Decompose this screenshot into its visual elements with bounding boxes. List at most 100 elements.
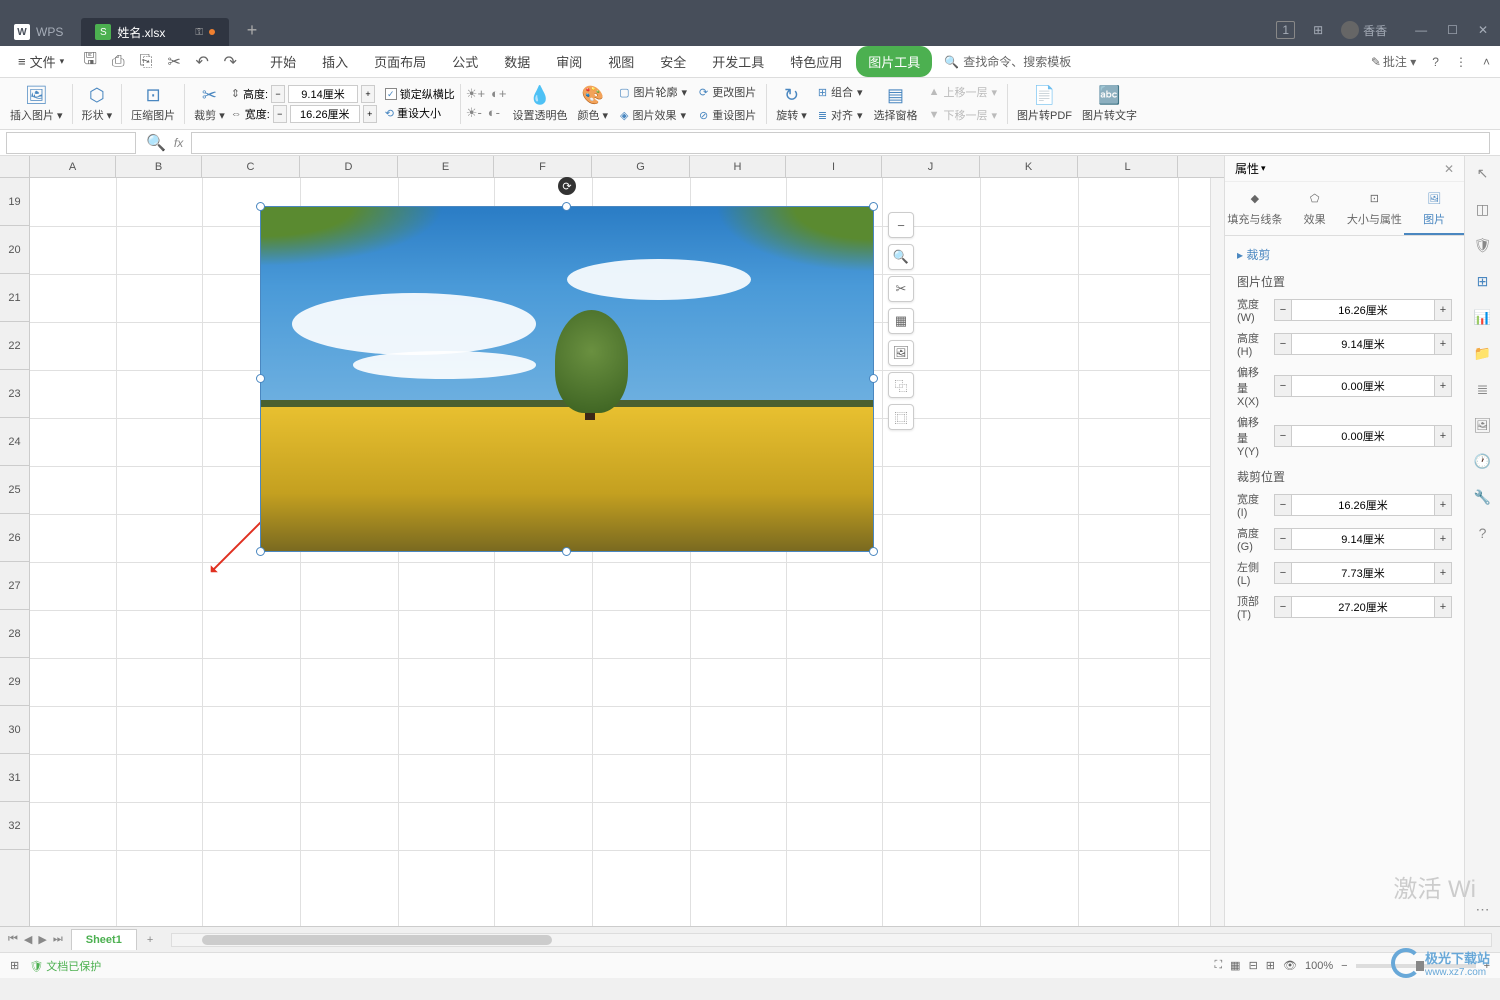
row-header[interactable] <box>0 156 29 178</box>
sheet-prev-button[interactable]: ◀ <box>24 933 32 946</box>
prop-tab-picture[interactable]: 🖼图片 <box>1404 182 1464 235</box>
rail-image-icon[interactable]: 🖼 <box>1474 416 1492 434</box>
app-tab[interactable]: W WPS <box>0 18 77 46</box>
width-increase[interactable]: + <box>363 105 377 123</box>
float-zoom-in[interactable]: 🔍 <box>888 244 914 270</box>
float-crop[interactable]: ✂ <box>888 276 914 302</box>
tab-view[interactable]: 视图 <box>596 46 646 77</box>
rail-list-icon[interactable]: ≣ <box>1474 380 1492 398</box>
group-button[interactable]: ⊞组合 ▾ <box>813 82 868 102</box>
zoom-level[interactable]: 100% <box>1305 960 1333 972</box>
row-header[interactable]: 19 <box>0 178 29 226</box>
resize-handle-bl[interactable] <box>256 547 265 556</box>
rail-help-icon[interactable]: ? <box>1474 524 1492 542</box>
row-header[interactable]: 29 <box>0 658 29 706</box>
maximize-button[interactable]: ☐ <box>1447 23 1458 37</box>
view-reading-button[interactable]: 👁 <box>1283 959 1297 972</box>
top-t-dec[interactable]: − <box>1274 596 1292 618</box>
offset-y-dec[interactable]: − <box>1274 425 1292 447</box>
tab-picture-tools[interactable]: 图片工具 <box>856 46 932 77</box>
lock-aspect-ratio[interactable]: ✓锁定纵横比 <box>385 86 455 102</box>
picture-effect-button[interactable]: ◈图片效果 ▾ <box>614 105 692 125</box>
name-box[interactable] <box>6 132 136 154</box>
col-header[interactable]: A <box>30 156 116 177</box>
row-header[interactable]: 30 <box>0 706 29 754</box>
crop-section-title[interactable]: ▸ 裁剪 <box>1237 246 1452 263</box>
width-w-dec[interactable]: − <box>1274 299 1292 321</box>
crop-button[interactable]: ✂裁剪 ▾ <box>190 82 229 125</box>
minimize-button[interactable]: — <box>1415 23 1427 37</box>
float-extract[interactable]: ⿴ <box>888 404 914 430</box>
left-l-inc[interactable]: + <box>1434 562 1452 584</box>
close-panel-button[interactable]: ✕ <box>1444 162 1454 176</box>
col-header[interactable]: E <box>398 156 494 177</box>
horizontal-scrollbar[interactable] <box>171 933 1492 947</box>
tab-security[interactable]: 安全 <box>648 46 698 77</box>
rail-analysis-icon[interactable]: 📊 <box>1474 308 1492 326</box>
tab-insert[interactable]: 插入 <box>310 46 360 77</box>
tab-data[interactable]: 数据 <box>492 46 542 77</box>
rail-more-icon[interactable]: ⋯ <box>1474 900 1492 918</box>
prop-tab-size[interactable]: ⊡大小与属性 <box>1345 182 1405 235</box>
color-button[interactable]: 🎨颜色 ▾ <box>574 82 613 125</box>
new-tab-button[interactable]: + <box>237 16 267 44</box>
width-i-inc[interactable]: + <box>1434 494 1452 516</box>
rail-tool-icon[interactable]: 🔧 <box>1474 488 1492 506</box>
rail-security-icon[interactable]: 🛡 <box>1474 236 1492 254</box>
more-button[interactable]: ⋮ <box>1455 55 1467 69</box>
row-header[interactable]: 28 <box>0 610 29 658</box>
rail-select-icon[interactable]: ↖ <box>1474 164 1492 182</box>
tab-config-icon[interactable]: ⚿ <box>195 27 203 38</box>
print-preview-icon[interactable]: ⎙ <box>110 54 126 70</box>
width-i-input[interactable] <box>1292 494 1434 516</box>
brightness-decrease-button[interactable]: ☀- <box>466 105 482 121</box>
height-g-inc[interactable]: + <box>1434 528 1452 550</box>
rotate-handle[interactable]: ⟳ <box>558 177 576 195</box>
view-page-button[interactable]: ⊟ <box>1249 959 1258 972</box>
height-h-input[interactable] <box>1292 333 1434 355</box>
tab-special[interactable]: 特色应用 <box>778 46 854 77</box>
help-button[interactable]: ? <box>1432 55 1439 69</box>
undo-icon[interactable]: ↶ <box>194 54 210 70</box>
left-l-dec[interactable]: − <box>1274 562 1292 584</box>
prop-tab-fill[interactable]: ◆填充与线条 <box>1225 182 1285 235</box>
tab-start[interactable]: 开始 <box>258 46 308 77</box>
top-t-inc[interactable]: + <box>1434 596 1452 618</box>
rail-properties-icon[interactable]: ⊞ <box>1474 272 1492 290</box>
float-layout[interactable]: ▦ <box>888 308 914 334</box>
height-h-inc[interactable]: + <box>1434 333 1452 355</box>
offset-y-input[interactable] <box>1292 425 1434 447</box>
col-header[interactable]: J <box>882 156 980 177</box>
col-header[interactable]: B <box>116 156 202 177</box>
height-g-dec[interactable]: − <box>1274 528 1292 550</box>
compress-picture-button[interactable]: ⊡压缩图片 <box>127 82 179 125</box>
pic-to-pdf-button[interactable]: 📄图片转PDF <box>1013 82 1076 125</box>
row-header[interactable]: 27 <box>0 562 29 610</box>
sheet-last-button[interactable]: ⏭ <box>53 933 63 946</box>
close-button[interactable]: ✕ <box>1478 23 1488 37</box>
tab-page-layout[interactable]: 页面布局 <box>362 46 438 77</box>
dropdown-icon[interactable]: ▾ <box>1261 163 1266 174</box>
height-increase[interactable]: + <box>361 85 375 103</box>
row-header[interactable]: 20 <box>0 226 29 274</box>
top-t-input[interactable] <box>1292 596 1434 618</box>
tab-formula[interactable]: 公式 <box>440 46 490 77</box>
redo-icon[interactable]: ↷ <box>222 54 238 70</box>
height-g-input[interactable] <box>1292 528 1434 550</box>
zoom-slider[interactable] <box>1356 964 1476 968</box>
align-button[interactable]: ≣对齐 ▾ <box>813 105 868 125</box>
badge-count[interactable]: 1 <box>1276 21 1295 39</box>
row-header[interactable]: 25 <box>0 466 29 514</box>
row-header[interactable]: 31 <box>0 754 29 802</box>
offset-y-inc[interactable]: + <box>1434 425 1452 447</box>
vertical-scrollbar[interactable] <box>1210 178 1224 926</box>
rail-clock-icon[interactable]: 🕐 <box>1474 452 1492 470</box>
formula-bar[interactable] <box>191 132 1490 154</box>
reset-size-button[interactable]: ⟲重设大小 <box>385 105 455 121</box>
col-header[interactable]: L <box>1078 156 1178 177</box>
row-header[interactable]: 21 <box>0 274 29 322</box>
height-decrease[interactable]: − <box>271 85 285 103</box>
offset-x-dec[interactable]: − <box>1274 375 1292 397</box>
contrast-increase-button[interactable]: ◐+ <box>491 86 506 102</box>
user-profile[interactable]: 香香 <box>1341 21 1387 39</box>
